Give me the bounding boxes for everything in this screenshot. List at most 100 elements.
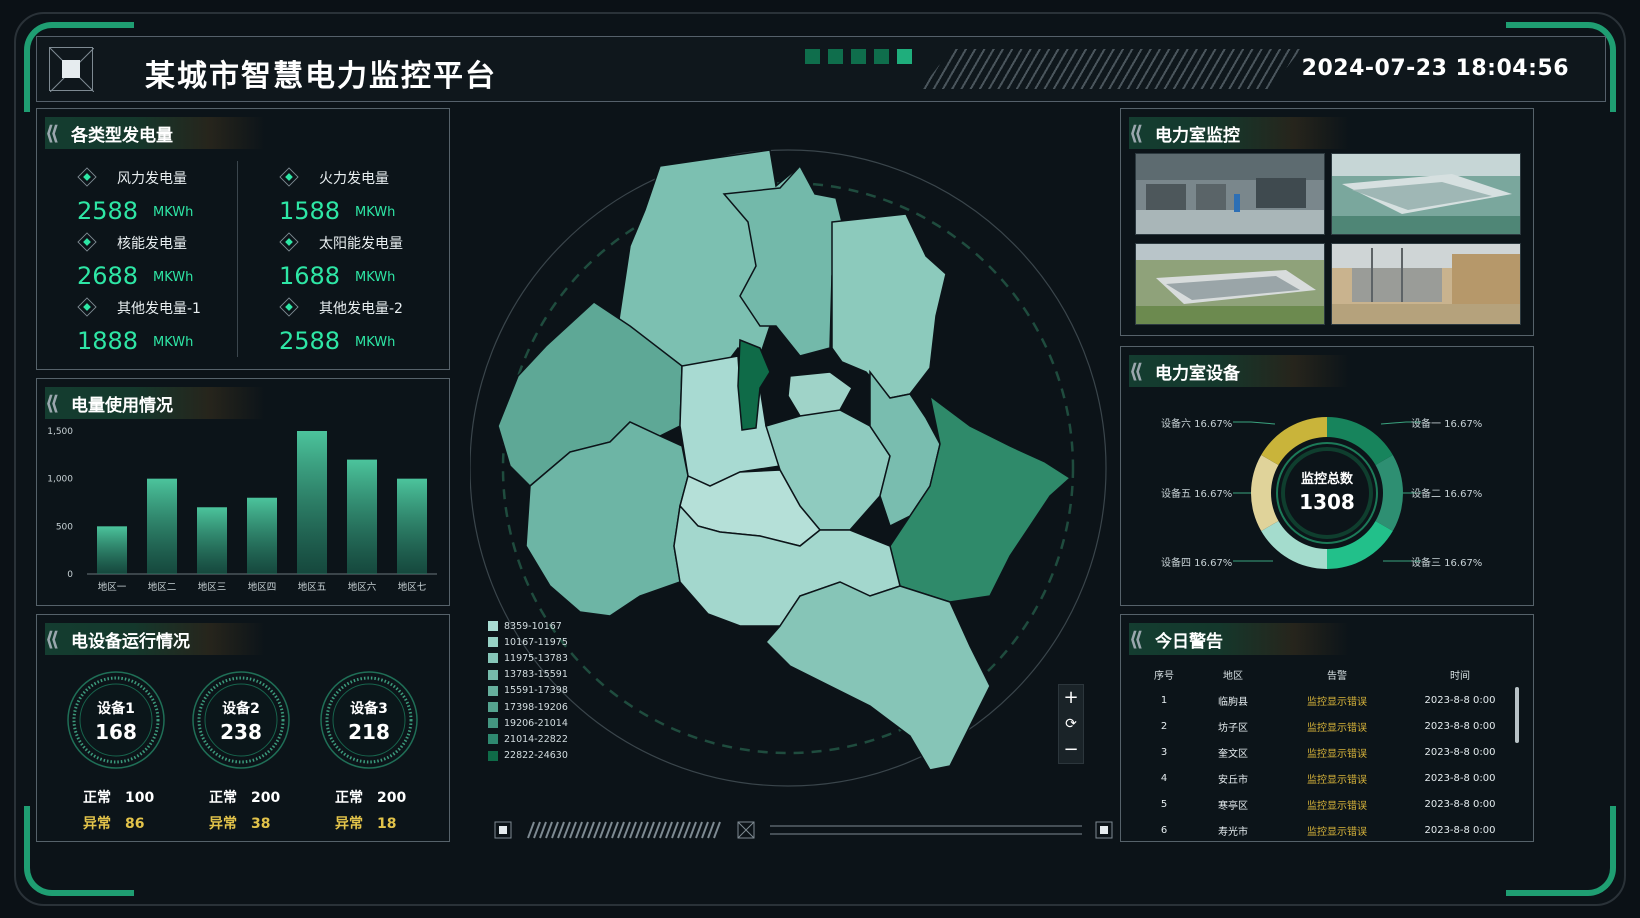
camera-feed-2[interactable] — [1331, 153, 1521, 235]
donut-label: 设备五 16.67% — [1161, 489, 1233, 500]
map-region[interactable] — [831, 213, 947, 399]
bottom-decoration — [494, 821, 1113, 839]
donut-label: 设备一 16.67% — [1411, 419, 1483, 430]
table-row[interactable]: 3 奎文区 监控显示错误 2023-8-8 0:00 — [1135, 739, 1519, 765]
double-chevron-icon: ⟨⟨ — [45, 121, 59, 145]
gen-label: 火力发电量 — [319, 171, 389, 187]
donut-label: 设备六 16.67% — [1161, 419, 1233, 430]
header-bar: 某城市智慧电力监控平台 2024-07-23 18:04:56 — [36, 36, 1606, 102]
datetime-display: 2024-07-23 18:04:56 — [1301, 56, 1569, 81]
table-row[interactable]: 2 坊子区 监控显示错误 2023-8-8 0:00 — [1135, 713, 1519, 739]
alerts-panel: ⟨⟨ 今日警告 序号 地区 告警 时间 1 临朐县 监控显示错误 2023-8-8 0… — [1120, 614, 1534, 842]
monitor-panel: ⟨⟨ 电力室监控 — [1120, 108, 1534, 336]
donut-slice[interactable] — [1375, 455, 1403, 531]
panel-title: 今日警告 — [1155, 631, 1223, 652]
device-normal-stat: 正常 200 — [209, 790, 281, 806]
donut-label: 设备二 16.67% — [1411, 489, 1483, 500]
table-row[interactable]: 5 寒亭区 监控显示错误 2023-8-8 0:00 — [1135, 791, 1519, 817]
divider — [237, 161, 238, 357]
legend-item: 10167-11975 — [488, 634, 568, 650]
diamond-icon — [279, 297, 299, 317]
legend-item: 19206-21014 — [488, 715, 568, 731]
gen-label: 太阳能发电量 — [319, 236, 403, 252]
gen-value: 2688 — [77, 262, 139, 290]
gen-unit: MKWh — [153, 335, 194, 350]
diamond-icon — [77, 297, 97, 317]
camera-feed-3[interactable] — [1135, 243, 1325, 325]
gen-value: 1688 — [279, 262, 341, 290]
x-tick-label: 地区六 — [348, 581, 377, 593]
map-region[interactable] — [764, 581, 991, 771]
generation-panel: ⟨⟨ 各类型发电量 风力发电量 2588 MKWh 火力发电量 1588 MKW… — [36, 108, 450, 370]
device-normal-stat: 正常 100 — [83, 790, 155, 806]
double-chevron-icon: ⟨⟨ — [45, 391, 59, 415]
gen-unit: MKWh — [153, 205, 194, 220]
gen-value: 2588 — [279, 327, 341, 355]
table-row[interactable]: 4 安丘市 监控显示错误 2023-8-8 0:00 — [1135, 765, 1519, 791]
gen-label: 核能发电量 — [117, 236, 187, 252]
bar[interactable] — [147, 478, 177, 574]
legend-item: 22822-24630 — [488, 748, 568, 764]
gen-value: 1888 — [77, 327, 139, 355]
device-normal-stat: 正常 200 — [335, 790, 407, 806]
panel-title: 电设备运行情况 — [71, 631, 190, 652]
panel-header: ⟨⟨ 电量使用情况 — [45, 387, 265, 419]
x-tick-label: 地区七 — [398, 581, 427, 593]
camera-feed-1[interactable] — [1135, 153, 1325, 235]
map-legend: 8359-10167 10167-11975 11975-13783 13783… — [488, 618, 568, 764]
reset-view-button[interactable]: ⟳ — [1059, 711, 1083, 737]
donut-label: 设备四 16.67% — [1161, 558, 1233, 569]
header-hatch-decoration — [921, 49, 1301, 89]
x-tick-label: 地区一 — [98, 581, 127, 593]
device-name: 设备1 — [97, 701, 135, 717]
double-chevron-icon: ⟨⟨ — [45, 627, 59, 651]
usage-panel: ⟨⟨ 电量使用情况 0 500 1,000 1,500 地区一 地区二 地区三 地区四 地区五 地… — [36, 378, 450, 606]
donut-center-label: 监控总数 — [1301, 471, 1354, 487]
legend-item: 17398-19206 — [488, 699, 568, 715]
bar[interactable] — [297, 431, 327, 574]
bar[interactable] — [197, 507, 227, 574]
double-chevron-icon: ⟨⟨ — [1129, 627, 1143, 651]
gen-value: 2588 — [77, 197, 139, 225]
panel-title: 电量使用情况 — [71, 395, 173, 416]
gen-label: 其他发电量-1 — [117, 301, 201, 317]
diamond-icon — [279, 232, 299, 252]
legend-item: 11975-13783 — [488, 650, 568, 666]
donut-center-value: 1308 — [1299, 490, 1355, 514]
device-abnormal-stat: 异常 18 — [335, 816, 397, 832]
table-row[interactable]: 6 寿光市 监控显示错误 2023-8-8 0:00 — [1135, 817, 1519, 841]
panel-header: ⟨⟨ 今日警告 — [1129, 623, 1349, 655]
alerts-table: 序号 地区 告警 时间 1 临朐县 监控显示错误 2023-8-8 0:00 2 坊子区… — [1135, 661, 1519, 841]
diamond-icon — [77, 167, 97, 187]
zoom-in-button[interactable]: + — [1059, 685, 1083, 711]
devices-panel: ⟨⟨ 电设备运行情况 设备1 168 设备2 238 设备3 218 正常 100… — [36, 614, 450, 842]
y-tick-label: 500 — [56, 522, 73, 532]
y-tick-label: 1,500 — [47, 427, 73, 437]
gen-unit: MKWh — [355, 205, 396, 220]
camera-feed-4[interactable] — [1331, 243, 1521, 325]
donut-slice[interactable] — [1251, 455, 1279, 531]
bar[interactable] — [247, 497, 277, 574]
y-tick-label: 1,000 — [47, 475, 73, 485]
bar[interactable] — [397, 478, 427, 574]
donut-label: 设备三 16.67% — [1411, 558, 1483, 569]
panel-title: 电力室监控 — [1155, 125, 1240, 146]
device-name: 设备3 — [350, 701, 388, 717]
x-tick-label: 地区五 — [298, 581, 327, 593]
table-row[interactable]: 1 临朐县 监控显示错误 2023-8-8 0:00 — [1135, 687, 1519, 713]
x-tick-label: 地区三 — [198, 581, 227, 593]
bar[interactable] — [347, 459, 377, 574]
scrollbar-thumb[interactable] — [1515, 687, 1519, 743]
x-tick-label: 地区二 — [148, 581, 177, 593]
zoom-out-button[interactable]: − — [1059, 737, 1083, 763]
bar[interactable] — [97, 526, 127, 574]
column-header: 告警 — [1327, 670, 1347, 682]
gen-value: 1588 — [279, 197, 341, 225]
y-tick-label: 0 — [67, 570, 73, 580]
legend-item: 8359-10167 — [488, 618, 568, 634]
gen-label: 其他发电量-2 — [319, 301, 403, 317]
panel-header: ⟨⟨ 电力室设备 — [1129, 355, 1349, 387]
gen-unit: MKWh — [355, 335, 396, 350]
panel-title: 各类型发电量 — [71, 125, 173, 146]
header-decoration — [805, 49, 912, 64]
